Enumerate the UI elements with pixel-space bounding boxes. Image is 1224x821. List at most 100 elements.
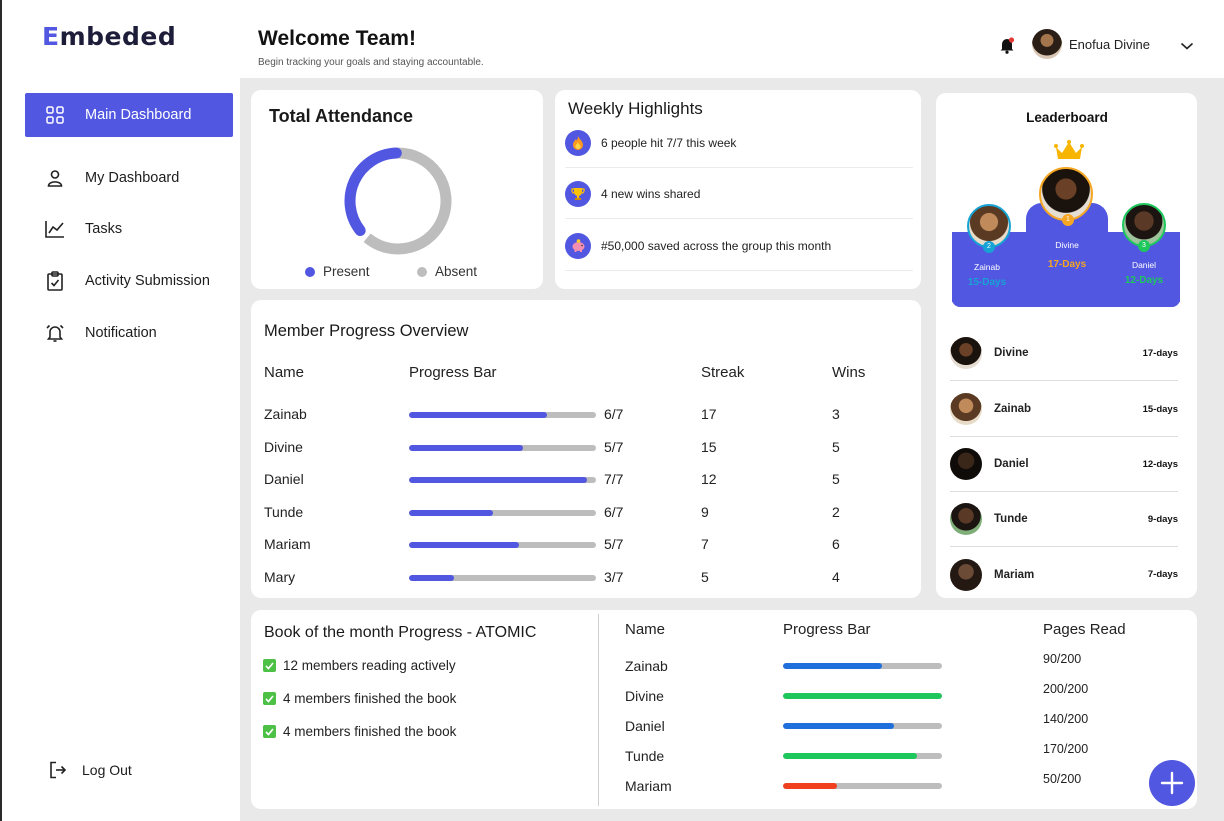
book-stat-text: 4 members finished the book: [283, 691, 457, 706]
wins-value: 5: [832, 438, 840, 455]
chevron-down-icon[interactable]: [1180, 38, 1194, 56]
trophy-icon: [565, 180, 591, 207]
leaderboard-title: Leaderboard: [1026, 110, 1108, 125]
sidebar-item-notification[interactable]: Notification: [25, 311, 233, 355]
sidebar-item-activity-submission[interactable]: Activity Submission: [25, 259, 233, 303]
table-row[interactable]: Daniel 7/7 12 5: [251, 471, 921, 495]
fire-icon: [565, 129, 591, 156]
leaderboard-row[interactable]: Daniel 12-days: [950, 437, 1178, 492]
book-member-name: Divine: [625, 688, 664, 704]
leaderboard-row[interactable]: Mariam 7-days: [950, 547, 1178, 602]
book-header-pages: Pages Read: [1043, 621, 1126, 638]
leaderboard-row[interactable]: Tunde 9-days: [950, 492, 1178, 547]
highlight-text: 4 new wins shared: [601, 186, 701, 201]
sidebar-item-tasks[interactable]: Tasks: [25, 207, 233, 251]
attendance-donut: [344, 147, 452, 255]
progress-bar: [409, 574, 596, 581]
leaderboard-name: Zainab: [994, 403, 1032, 415]
check-icon: [263, 725, 276, 738]
progress-bar: [409, 477, 596, 483]
app-logo[interactable]: Embeded: [42, 22, 176, 51]
user-icon: [45, 168, 65, 188]
sidebar: Embeded Main Dashboard My Dashboard Task…: [0, 0, 240, 821]
highlight-text: 6 people hit 7/7 this week: [601, 135, 737, 150]
piggy-bank-icon: [565, 232, 591, 259]
wins-value: 3: [832, 406, 840, 422]
book-stat-text: 4 members finished the book: [283, 724, 457, 739]
member-name: Mary: [264, 568, 296, 585]
book-progress-bar: [783, 693, 942, 699]
absent-arc: [363, 147, 452, 255]
progress-label: 6/7: [604, 406, 624, 422]
wins-value: 6: [832, 536, 840, 552]
logout-label: Log Out: [82, 762, 132, 778]
table-row[interactable]: Divine 5/7 15 5: [251, 439, 921, 463]
table-row[interactable]: Mariam 5/7 7 6: [251, 536, 921, 560]
logout-icon: [48, 760, 68, 780]
avatar: [950, 337, 982, 369]
header-wins: Wins: [832, 364, 866, 381]
podium-name: Divine: [1055, 240, 1079, 250]
crown-icon: [1054, 140, 1084, 159]
book-member-name: Zainab: [625, 658, 668, 674]
header-streak: Streak: [701, 364, 745, 381]
progress-fill: [409, 412, 548, 418]
user-name[interactable]: Enofua Divine: [1069, 37, 1150, 52]
book-progress-bar: [783, 723, 942, 729]
rank-badge: 2: [983, 241, 995, 253]
leaderboard-days: 12-days: [1142, 458, 1178, 470]
streak-value: 17: [701, 406, 717, 422]
podium-days: 12-Days: [1124, 275, 1164, 286]
legend-absent: Absent: [417, 264, 477, 279]
progress-label: 3/7: [604, 568, 624, 585]
book-stat-item: 4 members finished the book: [263, 691, 456, 706]
absent-dot: [417, 266, 427, 277]
sidebar-item-my-dashboard[interactable]: My Dashboard: [25, 156, 233, 200]
progress-fill: [409, 509, 494, 516]
book-progress-bar: [783, 753, 942, 759]
progress-fill: [409, 477, 587, 483]
wins-value: 4: [832, 568, 840, 585]
user-avatar[interactable]: [1032, 29, 1062, 59]
sidebar-item-label: Tasks: [85, 221, 123, 237]
leaderboard-row[interactable]: Zainab 15-days: [950, 382, 1178, 437]
chart-line-icon: [45, 219, 65, 239]
page-subtitle: Begin tracking your goals and staying ac…: [258, 57, 484, 68]
add-button[interactable]: [1149, 760, 1195, 806]
legend-absent-label: Absent: [435, 264, 478, 279]
legend-present: Present: [305, 264, 370, 279]
table-row[interactable]: Mary 3/7 5 4: [251, 569, 921, 593]
top-header: Welcome Team! Begin tracking your goals …: [240, 0, 1224, 78]
highlight-text: #50,000 saved across the group this mont…: [601, 238, 832, 253]
page-title: Welcome Team!: [258, 27, 416, 50]
progress-label: 5/7: [604, 536, 624, 552]
streak-value: 7: [701, 536, 709, 552]
book-member-name: Daniel: [625, 718, 665, 734]
streak-value: 12: [701, 471, 717, 487]
wins-value: 2: [832, 503, 840, 520]
leaderboard-row[interactable]: Divine 17-days: [950, 326, 1178, 381]
leaderboard-name: Daniel: [994, 458, 1029, 470]
notification-bell-icon[interactable]: [998, 36, 1016, 59]
podium-name: Zainab: [974, 262, 1000, 272]
streak-value: 9: [701, 503, 709, 520]
table-row[interactable]: Zainab 6/7 17 3: [251, 406, 921, 430]
book-header-name: Name: [625, 621, 666, 638]
check-icon: [263, 659, 276, 672]
book-title: Book of the month Progress - ATOMIC: [264, 624, 537, 641]
plus-icon: [1160, 771, 1184, 795]
attendance-title: Total Attendance: [269, 106, 414, 126]
book-header-progress: Progress Bar: [783, 621, 871, 638]
pages-read: 50/200: [1043, 772, 1082, 786]
progress-bar: [409, 542, 596, 548]
leaderboard-days: 15-days: [1142, 403, 1178, 415]
logout-button[interactable]: Log Out: [48, 760, 132, 780]
table-row[interactable]: Tunde 6/7 9 2: [251, 504, 921, 528]
sidebar-item-main-dashboard[interactable]: Main Dashboard: [25, 93, 233, 137]
leaderboard-days: 9-days: [1147, 513, 1178, 525]
pages-read: 200/200: [1043, 682, 1089, 696]
leaderboard-name: Mariam: [994, 568, 1035, 581]
rank-badge: 3: [1138, 240, 1150, 252]
podium-days: 15-Days: [967, 277, 1007, 288]
avatar: [950, 558, 982, 591]
